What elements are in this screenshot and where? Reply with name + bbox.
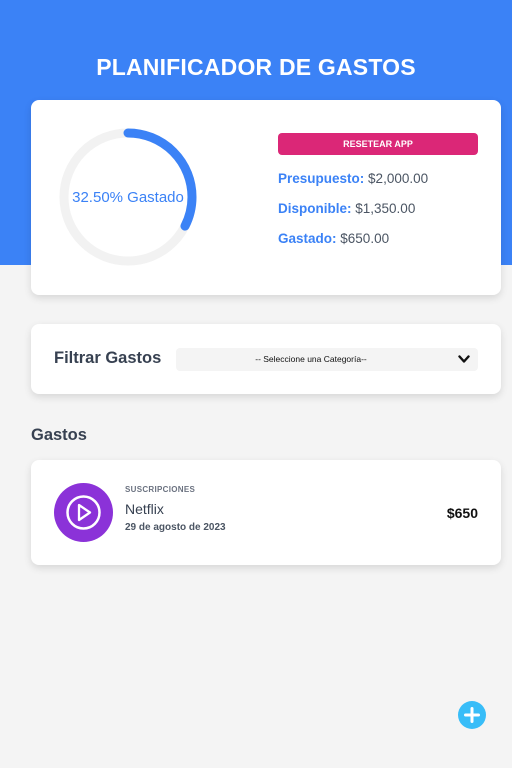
add-expense-button[interactable]: [458, 701, 486, 729]
filter-label: Filtrar Gastos: [54, 349, 162, 367]
play-icon: [66, 495, 101, 530]
available-label: Disponible:: [278, 201, 352, 216]
spent-row: Gastado: $650.00: [278, 231, 389, 246]
budget-card: 32.50% Gastado RESETEAR APP Presupuesto:…: [31, 100, 501, 295]
subscription-category-icon: [54, 483, 113, 542]
budget-value: $2,000.00: [368, 171, 429, 186]
spent-value: $650.00: [340, 231, 390, 246]
expense-category: SUSCRIPCIONES: [125, 485, 196, 494]
available-row: Disponible: $1,350.00: [278, 201, 415, 216]
expenses-title: Gastos: [31, 426, 87, 444]
budget-label: Presupuesto:: [278, 171, 365, 186]
spent-label: Gastado:: [278, 231, 337, 246]
category-select-value: -- Seleccione una Categoría--: [255, 354, 367, 364]
expense-item[interactable]: SUSCRIPCIONES Netflix 29 de agosto de 20…: [31, 460, 501, 565]
progress-label: 32.50% Gastado: [72, 188, 184, 206]
reset-app-button[interactable]: RESETEAR APP: [278, 133, 478, 155]
available-value: $1,350.00: [355, 201, 416, 216]
spent-progress-ring: 32.50% Gastado: [53, 122, 203, 272]
chevron-down-icon: [458, 355, 470, 363]
expense-amount: $650: [446, 505, 478, 521]
expense-name: Netflix: [125, 501, 164, 517]
plus-icon: [464, 707, 480, 723]
budget-row: Presupuesto: $2,000.00: [278, 171, 428, 186]
category-select[interactable]: -- Seleccione una Categoría--: [176, 348, 478, 371]
expense-date: 29 de agosto de 2023: [125, 522, 226, 533]
app-title: PLANIFICADOR DE GASTOS: [96, 54, 416, 80]
filter-card: Filtrar Gastos -- Seleccione una Categor…: [31, 324, 501, 394]
